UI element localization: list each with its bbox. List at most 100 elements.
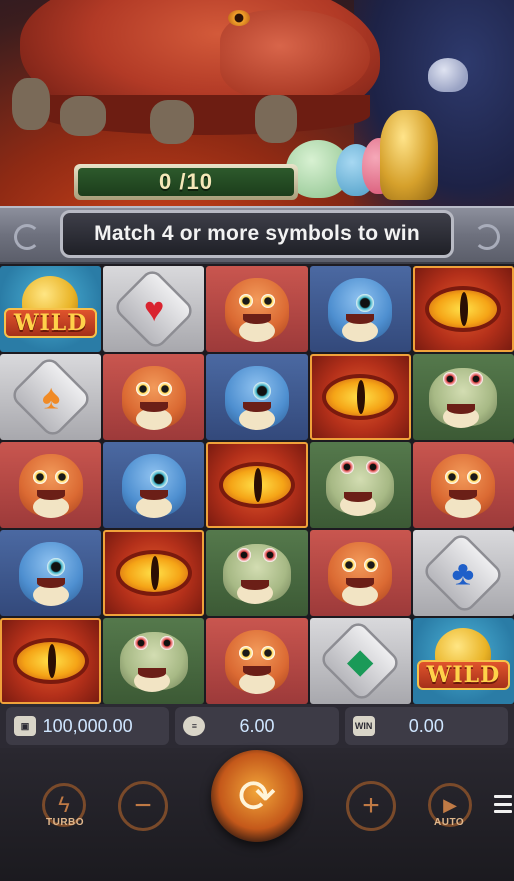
creature-e2 <box>54 470 69 484</box>
creature-mouth <box>346 578 375 588</box>
reel-cell-frog <box>309 442 411 528</box>
progress-counter: 0 /10 <box>159 169 213 194</box>
reel-cell-orange-dragon <box>103 354 205 440</box>
frog-symbol <box>119 632 188 692</box>
creature-mouth <box>346 314 375 324</box>
creature-mouth <box>242 402 271 412</box>
creature-e1 <box>238 646 253 660</box>
rock <box>12 78 50 130</box>
dragon-eye-symbol <box>115 550 192 596</box>
creature-mouth <box>344 492 373 502</box>
reel-cell-orange-dragon <box>309 530 411 616</box>
reel-cell-dragon-eye <box>412 266 514 352</box>
swirl-ornament-right <box>474 224 500 250</box>
creature-mouth <box>242 314 271 324</box>
balance-value: 100,000.00 <box>42 715 133 736</box>
reel-cell-dragon-eye <box>103 530 205 616</box>
creature-mouth <box>137 668 166 678</box>
creature-e1 <box>443 372 458 386</box>
reel-cell-frog <box>206 530 308 616</box>
creature-e1 <box>46 558 65 576</box>
blue-dragon-symbol <box>224 366 289 430</box>
creature-e1 <box>342 558 357 572</box>
orange-dragon-symbol <box>224 278 289 342</box>
creature-mouth <box>36 578 65 588</box>
creature-e1 <box>238 294 253 308</box>
dragon-eye-symbol <box>12 638 89 684</box>
dragon-eye-symbol <box>218 462 295 508</box>
reel-cell-blue-dragon <box>103 442 205 528</box>
dragon-eye-symbol <box>322 374 399 420</box>
creature-e1 <box>340 460 355 474</box>
minus-icon: − <box>134 789 152 822</box>
creature-e1 <box>135 382 150 396</box>
creature-e1 <box>149 470 168 488</box>
creature-e2 <box>364 558 379 572</box>
refresh-icon: ⟳ <box>237 770 277 822</box>
reel-cell-heart: ♥ <box>103 266 205 352</box>
reel-cell-dragon-eye <box>0 618 102 704</box>
creature-mouth <box>242 666 271 676</box>
swirl-ornament-left <box>14 224 40 250</box>
creature-e1 <box>32 470 47 484</box>
wild-label: WILD <box>4 308 98 338</box>
win-value: 0.00 <box>408 715 444 736</box>
reel-cell-dragon-eye <box>309 354 411 440</box>
creature-mouth <box>139 490 168 500</box>
win-display: WIN 0.00 <box>344 707 508 745</box>
spin-button[interactable]: ⟳ <box>211 750 303 842</box>
gold-dragon-statue <box>380 110 438 200</box>
rock <box>150 100 194 144</box>
spade-icon: ♠ <box>41 377 60 416</box>
orange-dragon-symbol <box>431 454 496 518</box>
creature-e1 <box>236 548 251 562</box>
creature-e1 <box>356 294 375 312</box>
reel-grid: WILD ♥ ♠ ♣ ◆ WILD <box>0 266 514 704</box>
wallet-icon: ▣ <box>14 716 36 736</box>
heart-icon: ♥ <box>143 289 165 328</box>
heart-plaque: ♥ <box>111 266 197 352</box>
spade-plaque: ♠ <box>8 354 93 440</box>
creature-e2 <box>159 636 174 650</box>
balance-display: ▣ 100,000.00 <box>6 707 170 745</box>
orange-dragon-symbol <box>224 630 289 694</box>
banner-text: Match 4 or more symbols to win <box>94 222 420 245</box>
hamburger-menu-icon[interactable] <box>494 795 512 813</box>
reel-cell-orange-dragon <box>206 266 308 352</box>
reel-cell-diamond: ◆ <box>309 618 411 704</box>
info-bar: ▣ 100,000.00 ≡ 6.00 WIN 0.00 <box>0 704 514 748</box>
club-icon: ♣ <box>452 553 475 592</box>
reel-cell-spade: ♠ <box>0 354 102 440</box>
reel-cell-dragon-eye <box>206 442 308 528</box>
menu-line <box>494 795 512 798</box>
reel-cell-frog <box>103 618 205 704</box>
coins-icon: ≡ <box>183 716 206 736</box>
decrease-bet-button[interactable]: − <box>118 781 168 831</box>
creature-e2 <box>467 470 482 484</box>
message-banner: Match 4 or more symbols to win <box>60 210 454 258</box>
reel-cell-wild: WILD <box>0 266 102 352</box>
creature-mouth <box>139 402 168 412</box>
rock <box>60 96 106 136</box>
reel-cell-orange-dragon <box>412 442 514 528</box>
menu-line <box>494 802 512 806</box>
increase-bet-button[interactable]: + <box>346 781 396 831</box>
rock <box>255 95 297 143</box>
reel-cell-club: ♣ <box>412 530 514 616</box>
auto-label: AUTO <box>434 817 465 828</box>
menu-line <box>494 810 512 813</box>
frog-symbol <box>326 456 395 516</box>
creature-e2 <box>260 646 275 660</box>
creature-mouth <box>240 580 269 590</box>
diamond-icon: ◆ <box>346 641 374 680</box>
creature-e2 <box>260 294 275 308</box>
progress-track: 0 /10 <box>78 168 294 196</box>
turbo-label: TURBO <box>46 817 85 828</box>
club-plaque: ♣ <box>421 530 506 616</box>
reel-cell-blue-dragon <box>206 354 308 440</box>
reel-cell-orange-dragon <box>0 442 102 528</box>
progress-bar: 0 /10 <box>74 164 298 200</box>
creature-e2 <box>366 460 381 474</box>
control-panel: ϟ TURBO − ⟳ + ▶ AUTO <box>0 748 514 881</box>
frog-symbol <box>429 368 498 428</box>
